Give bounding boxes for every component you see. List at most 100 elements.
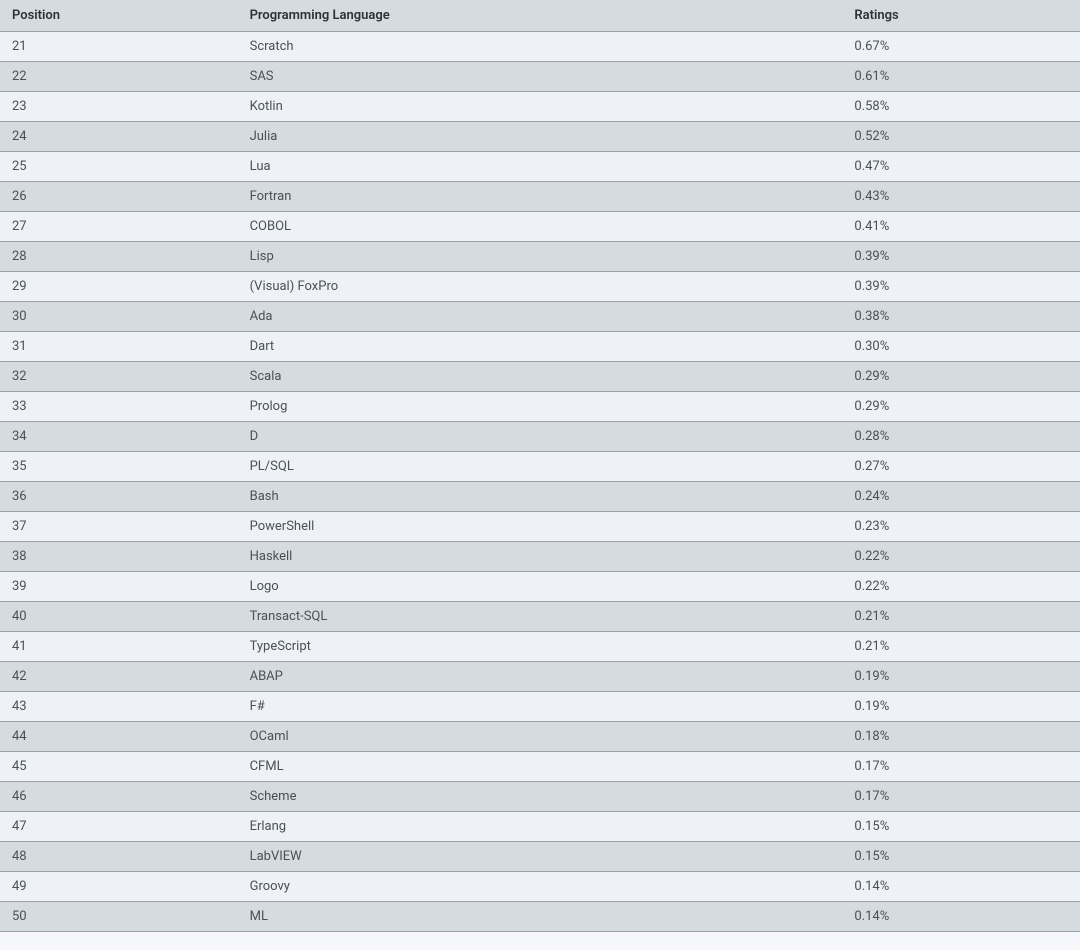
cell-ratings: 0.67% (842, 32, 1080, 62)
table-row: 41TypeScript0.21% (0, 632, 1080, 662)
cell-language: COBOL (238, 212, 843, 242)
table-row: 27COBOL0.41% (0, 212, 1080, 242)
cell-language: F# (238, 692, 843, 722)
cell-position: 35 (0, 452, 238, 482)
table-row: 23Kotlin0.58% (0, 92, 1080, 122)
cell-language: TypeScript (238, 632, 843, 662)
cell-language: Scala (238, 362, 843, 392)
cell-ratings: 0.41% (842, 212, 1080, 242)
table-row: 30Ada0.38% (0, 302, 1080, 332)
cell-language: Fortran (238, 182, 843, 212)
cell-position: 22 (0, 62, 238, 92)
cell-ratings: 0.30% (842, 332, 1080, 362)
cell-position: 40 (0, 602, 238, 632)
table-row: 40Transact-SQL0.21% (0, 602, 1080, 632)
cell-ratings: 0.39% (842, 242, 1080, 272)
cell-position: 28 (0, 242, 238, 272)
cell-position: 23 (0, 92, 238, 122)
table-row: 31Dart0.30% (0, 332, 1080, 362)
cell-position: 33 (0, 392, 238, 422)
cell-language: Scheme (238, 782, 843, 812)
header-ratings: Ratings (842, 0, 1080, 32)
table-row: 48LabVIEW0.15% (0, 842, 1080, 872)
cell-ratings: 0.29% (842, 362, 1080, 392)
cell-language: Lisp (238, 242, 843, 272)
cell-ratings: 0.43% (842, 182, 1080, 212)
cell-language: ML (238, 902, 843, 932)
cell-language: Groovy (238, 872, 843, 902)
cell-position: 30 (0, 302, 238, 332)
cell-language: SAS (238, 62, 843, 92)
cell-position: 26 (0, 182, 238, 212)
cell-ratings: 0.14% (842, 872, 1080, 902)
cell-language: Dart (238, 332, 843, 362)
cell-ratings: 0.58% (842, 92, 1080, 122)
cell-ratings: 0.22% (842, 572, 1080, 602)
cell-position: 44 (0, 722, 238, 752)
cell-ratings: 0.18% (842, 722, 1080, 752)
cell-language: CFML (238, 752, 843, 782)
table-row: 33Prolog0.29% (0, 392, 1080, 422)
cell-ratings: 0.23% (842, 512, 1080, 542)
cell-position: 29 (0, 272, 238, 302)
cell-language: Prolog (238, 392, 843, 422)
cell-language: OCaml (238, 722, 843, 752)
table-row: 49Groovy0.14% (0, 872, 1080, 902)
cell-position: 34 (0, 422, 238, 452)
cell-ratings: 0.24% (842, 482, 1080, 512)
table-row: 46Scheme0.17% (0, 782, 1080, 812)
cell-language: Logo (238, 572, 843, 602)
cell-language: D (238, 422, 843, 452)
cell-language: LabVIEW (238, 842, 843, 872)
table-row: 38Haskell0.22% (0, 542, 1080, 572)
cell-language: Transact-SQL (238, 602, 843, 632)
table-row: 50ML0.14% (0, 902, 1080, 932)
cell-ratings: 0.22% (842, 542, 1080, 572)
cell-ratings: 0.27% (842, 452, 1080, 482)
table-row: 32Scala0.29% (0, 362, 1080, 392)
cell-position: 24 (0, 122, 238, 152)
cell-language: Julia (238, 122, 843, 152)
cell-ratings: 0.15% (842, 842, 1080, 872)
cell-language: PL/SQL (238, 452, 843, 482)
cell-language: PowerShell (238, 512, 843, 542)
cell-position: 39 (0, 572, 238, 602)
table-row: 21Scratch0.67% (0, 32, 1080, 62)
cell-position: 43 (0, 692, 238, 722)
cell-ratings: 0.21% (842, 602, 1080, 632)
table-header-row: Position Programming Language Ratings (0, 0, 1080, 32)
cell-position: 27 (0, 212, 238, 242)
cell-position: 32 (0, 362, 238, 392)
cell-ratings: 0.39% (842, 272, 1080, 302)
cell-ratings: 0.19% (842, 662, 1080, 692)
table-row: 39Logo0.22% (0, 572, 1080, 602)
table-row: 36Bash0.24% (0, 482, 1080, 512)
table-row: 45CFML0.17% (0, 752, 1080, 782)
cell-language: Lua (238, 152, 843, 182)
cell-language: Haskell (238, 542, 843, 572)
table-row: 47Erlang0.15% (0, 812, 1080, 842)
table-row: 34D0.28% (0, 422, 1080, 452)
cell-ratings: 0.29% (842, 392, 1080, 422)
cell-position: 25 (0, 152, 238, 182)
cell-language: Ada (238, 302, 843, 332)
cell-position: 50 (0, 902, 238, 932)
table-row: 26Fortran0.43% (0, 182, 1080, 212)
cell-position: 45 (0, 752, 238, 782)
cell-position: 47 (0, 812, 238, 842)
cell-ratings: 0.17% (842, 752, 1080, 782)
cell-position: 37 (0, 512, 238, 542)
table-row: 43F#0.19% (0, 692, 1080, 722)
cell-position: 49 (0, 872, 238, 902)
header-position: Position (0, 0, 238, 32)
cell-ratings: 0.15% (842, 812, 1080, 842)
cell-position: 42 (0, 662, 238, 692)
cell-ratings: 0.14% (842, 902, 1080, 932)
table-row: 25Lua0.47% (0, 152, 1080, 182)
cell-language: Scratch (238, 32, 843, 62)
cell-language: ABAP (238, 662, 843, 692)
cell-position: 48 (0, 842, 238, 872)
cell-language: (Visual) FoxPro (238, 272, 843, 302)
cell-position: 36 (0, 482, 238, 512)
table-row: 44OCaml0.18% (0, 722, 1080, 752)
